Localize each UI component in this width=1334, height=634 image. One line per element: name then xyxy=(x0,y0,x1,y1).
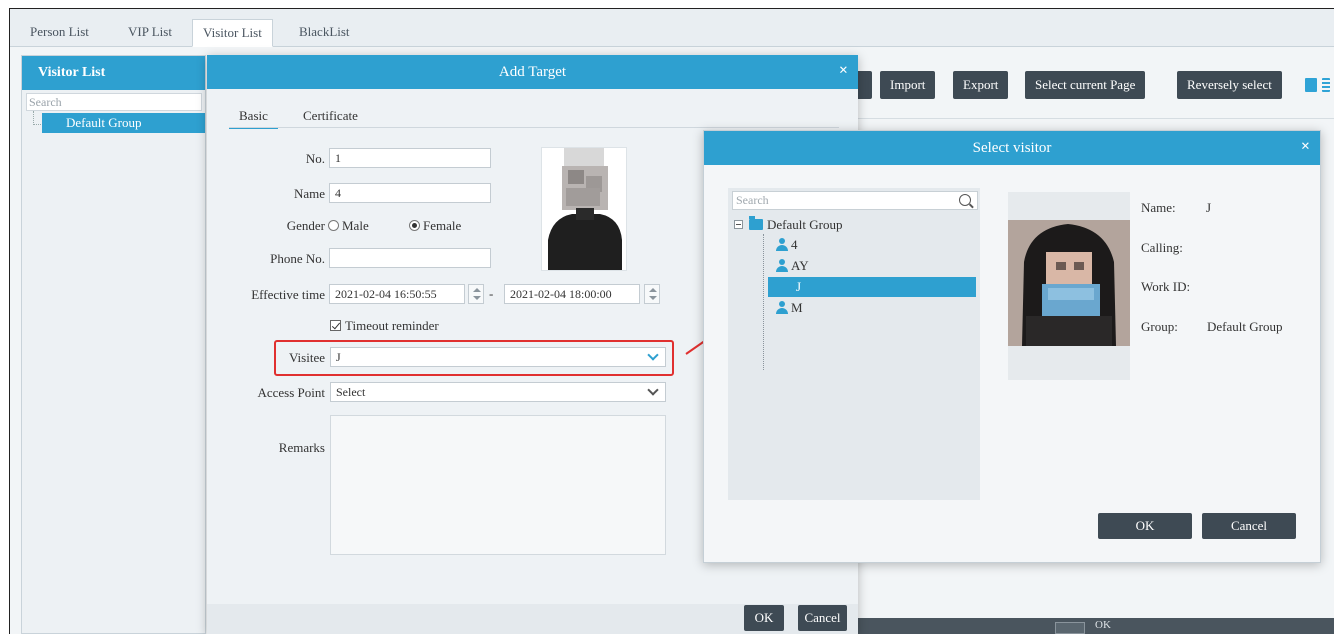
select-visitor-title: Select visitor xyxy=(972,140,1052,156)
tree-member-label: J xyxy=(796,279,802,294)
import-button[interactable]: Import xyxy=(880,71,936,99)
access-point-value: Select xyxy=(336,385,366,399)
tree-group-label: Default Group xyxy=(767,217,843,232)
effective-separator: - xyxy=(489,286,494,301)
visitor-search-placeholder: Search xyxy=(736,193,769,207)
name-label: Name xyxy=(293,186,325,201)
remarks-label: Remarks xyxy=(278,440,325,455)
person-icon xyxy=(776,301,788,314)
folder-icon xyxy=(749,216,763,230)
remarks-textarea[interactable] xyxy=(330,415,666,555)
phone-label: Phone No. xyxy=(270,251,325,266)
select-visitor-header: Select visitor × xyxy=(704,131,1320,165)
export-button[interactable]: Export xyxy=(953,71,1009,99)
select-visitor-ok-button[interactable]: OK xyxy=(1098,513,1192,539)
visitor-list-title: Visitor List xyxy=(22,56,205,90)
visitee-label: Visitee xyxy=(288,350,325,365)
add-target-title: Add Target xyxy=(498,64,567,80)
select-visitor-cancel-button[interactable]: Cancel xyxy=(1202,513,1296,539)
tab-visitor-list[interactable]: Visitor List xyxy=(192,19,273,47)
page-input[interactable] xyxy=(1055,622,1085,634)
add-target-cancel-button[interactable]: Cancel xyxy=(798,605,847,631)
person-icon xyxy=(776,238,788,251)
tab-underline xyxy=(229,127,839,128)
reversely-select-button[interactable]: Reversely select xyxy=(1177,71,1282,99)
visitor-photo-icon xyxy=(1008,220,1130,346)
effective-start-spinner[interactable] xyxy=(468,284,484,304)
info-name-label: Name: xyxy=(1141,200,1176,215)
chevron-down-icon xyxy=(647,384,659,396)
tab-blacklist[interactable]: BlackList xyxy=(289,19,360,47)
access-point-select[interactable]: Select xyxy=(330,382,666,402)
add-target-footer: OK Cancel xyxy=(207,604,858,634)
timeout-reminder-text: Timeout reminder xyxy=(345,318,439,333)
person-icon xyxy=(776,259,788,272)
access-point-label: Access Point xyxy=(257,385,325,400)
visitee-select[interactable]: J xyxy=(330,347,666,367)
page-ok-button[interactable]: OK xyxy=(1095,619,1111,631)
info-group-label: Group: xyxy=(1141,319,1178,334)
radio-female-icon xyxy=(409,220,420,231)
select-current-page-button[interactable]: Select current Page xyxy=(1025,71,1146,99)
add-target-ok-button[interactable]: OK xyxy=(744,605,784,631)
tree-member-label: AY xyxy=(791,258,809,273)
gender-female-text: Female xyxy=(423,218,462,233)
person-photo-icon xyxy=(542,148,626,270)
effective-end-field[interactable]: 2021-02-04 18:00:00 xyxy=(504,284,640,304)
effective-time-label: Effective time xyxy=(251,287,325,302)
tree-group-default[interactable]: Default Group xyxy=(734,215,842,235)
name-field[interactable]: 4 xyxy=(329,183,491,203)
visitor-list-panel: Visitor List Search Default Group xyxy=(21,55,206,634)
tree-member-ay[interactable]: AY xyxy=(776,256,809,276)
effective-start-field[interactable]: 2021-02-04 16:50:55 xyxy=(329,284,465,304)
checkbox-checked-icon xyxy=(330,320,341,331)
tree-member-m[interactable]: M xyxy=(776,298,803,318)
visitee-value: J xyxy=(336,350,341,364)
radio-male-icon xyxy=(328,220,339,231)
list-view-icon[interactable] xyxy=(1322,78,1330,92)
close-icon[interactable]: × xyxy=(839,55,848,87)
visitor-photo-frame xyxy=(1008,192,1130,380)
main-divider xyxy=(857,118,1334,119)
gender-male-radio[interactable]: Male xyxy=(328,218,369,234)
add-target-header: Add Target × xyxy=(207,55,858,89)
target-photo[interactable] xyxy=(541,147,627,271)
visitor-tree-panel: Search Default Group 4 AY J M xyxy=(728,188,980,500)
tree-member-j[interactable]: J xyxy=(768,277,976,297)
no-field[interactable]: 1 xyxy=(329,148,491,168)
info-name-value: J xyxy=(1206,200,1212,215)
close-icon[interactable]: × xyxy=(1301,131,1310,163)
card-view-icon[interactable] xyxy=(1305,78,1317,92)
gender-male-text: Male xyxy=(342,218,369,233)
tree-member-4[interactable]: 4 xyxy=(776,235,798,255)
effective-end-spinner[interactable] xyxy=(644,284,660,304)
tab-vip-list[interactable]: VIP List xyxy=(118,19,182,47)
tree-member-label: M xyxy=(791,300,803,315)
no-label: No. xyxy=(305,151,325,166)
collapse-icon[interactable] xyxy=(734,220,743,229)
visitor-list-search-input[interactable]: Search xyxy=(26,93,202,111)
tree-item-default-group[interactable]: Default Group xyxy=(42,113,205,133)
tree-connector xyxy=(763,234,764,370)
tab-person-list[interactable]: Person List xyxy=(20,19,99,47)
tree-connector xyxy=(33,111,41,125)
tab-certificate[interactable]: Certificate xyxy=(303,105,358,127)
info-calling-label: Calling: xyxy=(1141,240,1183,255)
info-work-id-label: Work ID: xyxy=(1141,279,1191,294)
select-visitor-dialog: Select visitor × Search Default Group 4 … xyxy=(703,130,1321,563)
chevron-down-icon xyxy=(647,349,659,361)
tree-member-label: 4 xyxy=(791,237,798,252)
timeout-reminder-checkbox[interactable]: Timeout reminder xyxy=(330,318,439,334)
info-group-value: Default Group xyxy=(1207,319,1283,334)
visitor-search-input[interactable]: Search xyxy=(732,191,978,210)
search-icon[interactable] xyxy=(959,194,971,206)
gender-female-radio[interactable]: Female xyxy=(409,218,461,234)
tab-basic[interactable]: Basic xyxy=(229,105,278,129)
top-tab-bar: Person List VIP List Visitor List BlackL… xyxy=(10,9,1334,47)
pagination-bar: OK xyxy=(850,618,1334,634)
phone-field[interactable] xyxy=(329,248,491,268)
gender-label: Gender xyxy=(286,218,325,233)
